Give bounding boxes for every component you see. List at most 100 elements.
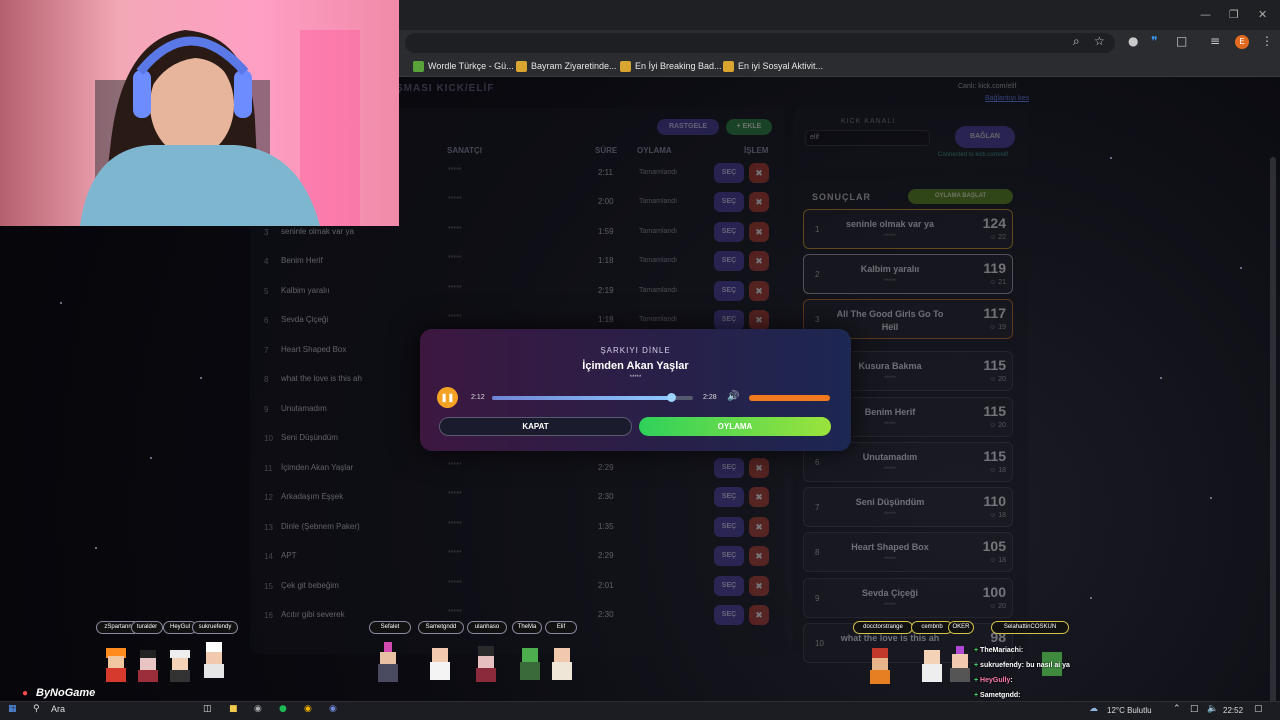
menu-kebab-icon[interactable]: ⋮ (1261, 34, 1273, 48)
vote-count: 20 (998, 422, 1006, 429)
viewer-sprite (546, 644, 578, 684)
row-number: 15 (264, 582, 273, 591)
select-button[interactable]: SEÇ (714, 192, 744, 212)
song-title: Kalbim yaralıı (281, 286, 330, 295)
vote-count: 20 (998, 603, 1006, 610)
result-rank: 3 (815, 315, 820, 324)
song-title: what the love is this ah (281, 374, 362, 383)
result-song: seninle olmak var ya (845, 219, 935, 229)
bookmark-item[interactable]: Bayram Ziyaretinde... (516, 59, 617, 73)
bookmark-item[interactable]: En İyi Breaking Bad... (620, 59, 722, 73)
delete-button[interactable]: ✖ (749, 576, 769, 596)
discord-icon[interactable]: ◉ (329, 704, 337, 714)
chat-text: : (1010, 677, 1013, 684)
delete-button[interactable]: ✖ (749, 281, 769, 301)
audio-extension-icon[interactable]: ❞ (1151, 34, 1157, 48)
select-button[interactable]: SEÇ (714, 546, 744, 566)
trash-icon: ✖ (755, 463, 763, 473)
close-icon[interactable]: ✕ (1258, 8, 1267, 21)
select-button[interactable]: SEÇ (714, 576, 744, 596)
delete-button[interactable]: ✖ (749, 251, 769, 271)
network-icon[interactable]: □ (1190, 704, 1199, 714)
disconnect-link[interactable]: Bağlantıyı kes (985, 95, 1029, 102)
file-explorer-icon[interactable]: ■ (229, 704, 238, 714)
delete-button[interactable]: ✖ (749, 310, 769, 330)
volume-slider[interactable] (749, 395, 830, 401)
artist-name: ***** (448, 550, 462, 557)
chevron-up-icon[interactable]: ⌃ (1173, 704, 1181, 714)
volume-tray-icon[interactable]: 🔈 (1207, 704, 1218, 714)
delete-button[interactable]: ✖ (749, 192, 769, 212)
address-bar[interactable] (405, 33, 1115, 53)
close-button[interactable]: KAPAT (439, 417, 632, 436)
clock[interactable]: 22:52 (1223, 706, 1243, 715)
delete-button[interactable]: ✖ (749, 605, 769, 625)
add-button[interactable]: + EKLE (726, 119, 772, 135)
page-title: ŞMASI KICK/ELİF (396, 83, 495, 94)
pause-button[interactable]: ❚❚ (437, 387, 458, 408)
viewer-sprite (164, 646, 196, 686)
result-votes: ☺ 20 (989, 376, 1006, 383)
song-duration: 1:35 (598, 522, 614, 531)
task-view-icon[interactable]: ◫ (203, 704, 212, 714)
delete-button[interactable]: ✖ (749, 163, 769, 183)
result-artist: ***** (884, 557, 896, 563)
select-button[interactable]: SEÇ (714, 517, 744, 537)
windows-taskbar: ▦ ⚲ Ara ◫ ■ ◉ ● ◉ ◉ ☁ 12°C Bulutlu ⌃ □ 🔈… (0, 701, 1280, 720)
tab-search-icon[interactable]: ≡ (1210, 34, 1220, 48)
delete-button[interactable]: ✖ (749, 546, 769, 566)
result-votes: ☺ 18 (989, 557, 1006, 564)
windows-start-icon[interactable]: ▦ (8, 704, 17, 714)
result-rank: 1 (815, 225, 820, 234)
bookmark-star-icon[interactable]: ☆ (1094, 34, 1105, 48)
spotify-icon[interactable]: ● (279, 704, 287, 714)
vote-button[interactable]: OYLAMA (639, 417, 831, 436)
delete-button[interactable]: ✖ (749, 487, 769, 507)
connect-button[interactable]: BAĞLAN (955, 126, 1015, 148)
taskbar-search-label[interactable]: Ara (51, 704, 65, 714)
select-button[interactable]: SEÇ (714, 163, 744, 183)
select-button[interactable]: SEÇ (714, 222, 744, 242)
viewer-chip: OKER (948, 621, 974, 634)
delete-button[interactable]: ✖ (749, 458, 769, 478)
result-song: Heart Shaped Box (851, 542, 929, 552)
select-button[interactable]: SEÇ (714, 281, 744, 301)
viewer-sprite (372, 642, 404, 682)
viewer-sprite (132, 646, 164, 686)
zoom-icon[interactable]: ⌕ (1073, 34, 1080, 49)
result-rank: 7 (815, 503, 820, 512)
delete-button[interactable]: ✖ (749, 222, 769, 242)
select-button[interactable]: SEÇ (714, 310, 744, 330)
profile-avatar[interactable]: E (1235, 35, 1249, 49)
select-button[interactable]: SEÇ (714, 458, 744, 478)
user-icon: ☺ (989, 603, 999, 610)
seek-handle[interactable] (666, 393, 676, 402)
select-button[interactable]: SEÇ (714, 487, 744, 507)
notification-icon[interactable]: ▢ (1254, 704, 1263, 714)
delete-button[interactable]: ✖ (749, 517, 769, 537)
page-scrollbar[interactable] (1270, 157, 1276, 701)
start-vote-badge[interactable]: OYLAMA BAŞLAT (908, 189, 1013, 204)
extension-icon[interactable]: ● (1128, 34, 1138, 48)
viewer-sprite (514, 644, 546, 684)
bookmark-item[interactable]: Wordle Türkçe - Gü... (413, 59, 514, 73)
webcam-feed (0, 0, 399, 226)
bookmark-item[interactable]: En iyi Sosyal Aktivit... (723, 59, 823, 73)
kick-channel-input[interactable]: elif (805, 130, 930, 146)
viewer-chip: turalder (131, 621, 163, 634)
select-button[interactable]: SEÇ (714, 605, 744, 625)
chrome-icon[interactable]: ◉ (304, 704, 312, 714)
volume-icon[interactable]: 🔊 (727, 391, 739, 402)
select-button[interactable]: SEÇ (714, 251, 744, 271)
maximize-icon[interactable]: ❐ (1229, 8, 1239, 21)
weather-text[interactable]: 12°C Bulutlu (1107, 706, 1152, 715)
minimize-icon[interactable]: — (1200, 8, 1211, 21)
streamer-portrait (0, 0, 399, 226)
random-button[interactable]: RASTGELE (657, 119, 719, 135)
seek-bar[interactable] (492, 393, 693, 402)
extensions-puzzle-icon[interactable]: □ (1176, 34, 1187, 48)
search-icon[interactable]: ⚲ (33, 704, 40, 714)
app-icon[interactable]: ◉ (254, 704, 262, 714)
channel-status: Canlı: kick.com/elif (958, 83, 1017, 90)
song-duration: 2:29 (598, 551, 614, 560)
